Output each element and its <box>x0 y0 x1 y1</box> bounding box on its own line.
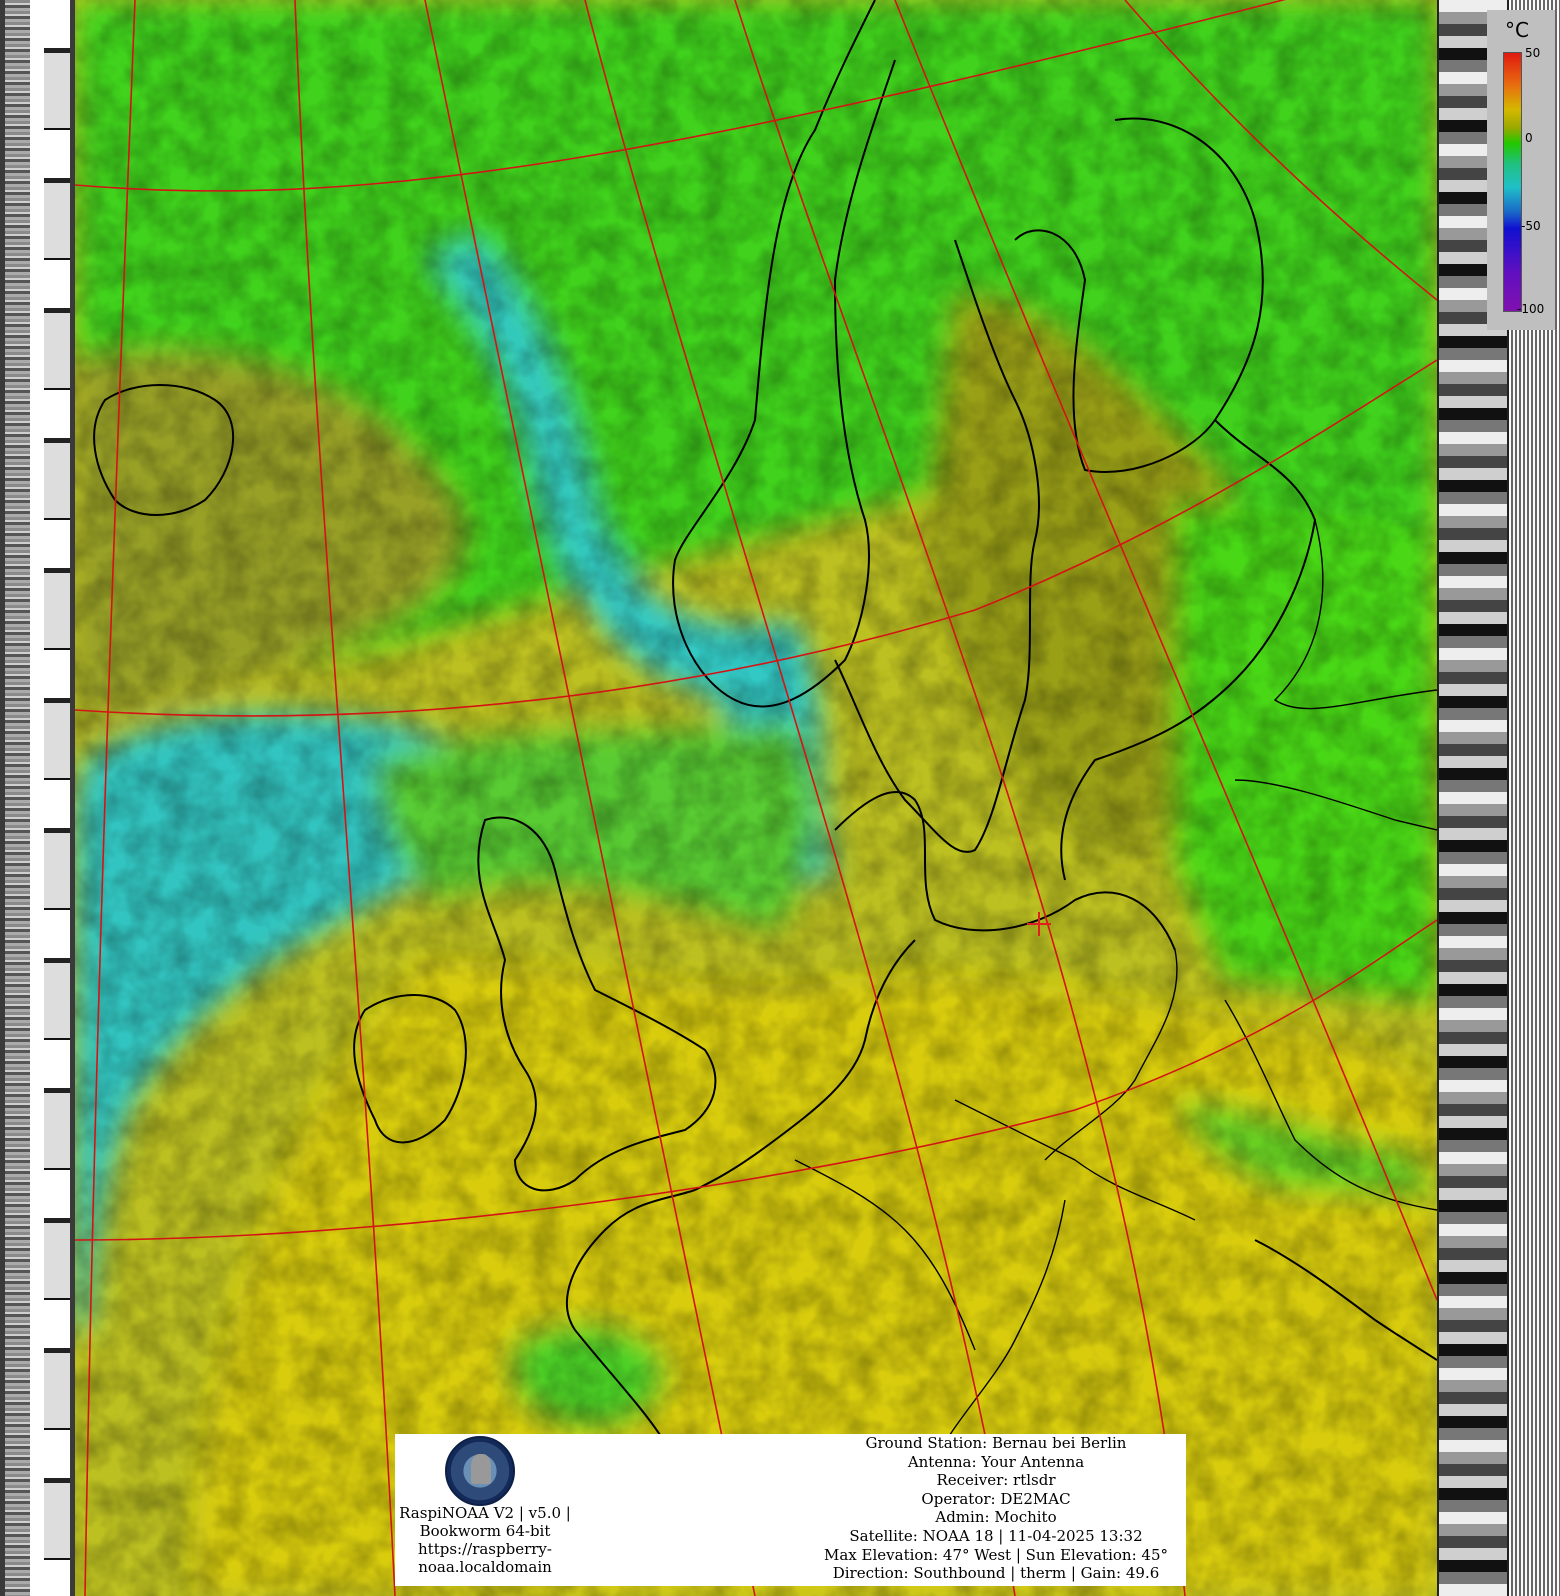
elevation-info: Max Elevation: 47° West | Sun Elevation:… <box>824 1545 1168 1564</box>
admin: Admin: Mochito <box>935 1508 1057 1527</box>
station-url-line1: https://raspberry- <box>418 1540 552 1558</box>
software-version: RaspiNOAA V2 | v5.0 | <box>399 1504 571 1522</box>
receiver: Receiver: rtlsdr <box>936 1471 1056 1490</box>
raspinoaa-logo <box>445 1436 515 1506</box>
software-info: RaspiNOAA V2 | v5.0 | Bookworm 64-bit ht… <box>395 1504 575 1576</box>
satellite-pass: Satellite: NOAA 18 | 11-04-2025 13:32 <box>849 1526 1143 1545</box>
operator: Operator: DE2MAC <box>921 1489 1071 1508</box>
thermal-satellite-map <box>75 0 1437 1596</box>
ground-station: Ground Station: Bernau bei Berlin <box>865 1434 1127 1452</box>
legend-tick: 50 <box>1525 46 1541 60</box>
direction-info: Direction: Southbound | therm | Gain: 49… <box>832 1564 1160 1583</box>
legend-tick: 0 <box>1525 131 1533 145</box>
legend-unit: °C <box>1505 18 1529 42</box>
pass-details: Ground Station: Bernau bei Berlin Antenn… <box>806 1434 1186 1583</box>
antenna: Antenna: Your Antenna <box>907 1452 1085 1471</box>
temperature-legend: °C 50 0 -50 -100 <box>1487 10 1555 330</box>
legend-tick: -50 <box>1521 219 1541 233</box>
legend-tick: -100 <box>1517 302 1545 316</box>
station-url-line2: noaa.localdomain <box>418 1558 552 1576</box>
left-telemetry-strip <box>0 0 75 1596</box>
legend-color-scale <box>1503 52 1522 312</box>
os-version: Bookworm 64-bit <box>419 1522 551 1540</box>
station-info-panel: RaspiNOAA V2 | v5.0 | Bookworm 64-bit ht… <box>395 1434 1186 1586</box>
